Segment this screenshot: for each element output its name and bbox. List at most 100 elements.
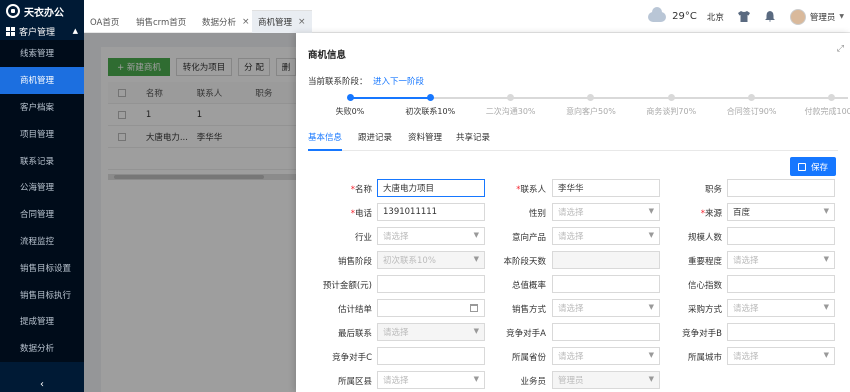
tab-item[interactable]: OA首页 [84, 10, 125, 33]
field-label-text: 意向产品 [511, 233, 546, 243]
field-label: *联系人 [516, 183, 546, 195]
field-label: 所属城市 [688, 351, 722, 363]
field-value: 请选择 [558, 208, 584, 218]
sidebar-group-customer[interactable]: 客户管理 ▲ [0, 22, 84, 40]
field-select[interactable]: 请选择 ▼ [552, 347, 660, 365]
field-select[interactable]: 管理员 ▼ [552, 371, 660, 389]
sidebar-item[interactable]: 商机管理 [0, 66, 84, 94]
field-label-text: 本阶段天数 [503, 257, 546, 267]
modal-overlay[interactable] [84, 33, 296, 392]
field-text[interactable] [552, 275, 660, 293]
field-select[interactable]: 请选择 ▼ [552, 299, 660, 317]
drawer-tabs: 基本信息 跟进记录 资料管理 共享记录 [308, 129, 838, 151]
field-select[interactable]: 请选择 ▼ [727, 347, 835, 365]
field-text[interactable] [377, 275, 485, 293]
field-label-text: 竞争对手A [506, 329, 546, 339]
sidebar-item[interactable]: 提成管理 [0, 308, 84, 335]
field-select[interactable]: 请选择 ▼ [377, 323, 485, 341]
field-select[interactable]: 请选择 ▼ [552, 203, 660, 221]
tab-item[interactable]: 数据分析 × [196, 10, 256, 33]
field-label: 性别 [529, 207, 546, 219]
field-text[interactable] [727, 275, 835, 293]
field-text[interactable] [727, 179, 835, 197]
sidebar-item[interactable]: 销售目标设置 [0, 254, 84, 281]
logo-icon [6, 4, 20, 18]
field-value: 请选择 [383, 328, 409, 338]
tab-item[interactable]: 销售crm首页 [130, 10, 192, 33]
caret-down-icon[interactable]: ▼ [839, 13, 844, 20]
sidebar-item[interactable]: 联系记录 [0, 147, 84, 174]
sidebar-item[interactable]: 公海管理 [0, 174, 84, 201]
field-select[interactable]: 百度 ▼ [727, 203, 835, 221]
user-name[interactable]: 管理员 [810, 11, 836, 23]
sidebar-item[interactable]: 客户档案 [0, 94, 84, 121]
chevron-down-icon: ▼ [823, 207, 829, 215]
chevron-down-icon: ▼ [648, 303, 654, 311]
field-label: 竞争对手C [332, 351, 372, 363]
field-value: 初次联系10% [383, 256, 436, 266]
tab-1[interactable]: 跟进记录 [358, 131, 392, 151]
field-text[interactable]: 大唐电力项目 [377, 179, 485, 197]
close-icon[interactable]: × [242, 17, 250, 27]
tab-3[interactable]: 共享记录 [456, 131, 490, 151]
field-select[interactable]: 请选择 ▼ [727, 299, 835, 317]
top-bar: OA首页 销售crm首页 数据分析 × 商机管理 × 29°C 北京 管理员 ▼ [84, 0, 850, 33]
tab-2[interactable]: 资料管理 [408, 131, 442, 151]
field-text[interactable] [377, 347, 485, 365]
field-label: 预计金额(元) [323, 279, 372, 291]
field-label: 销售阶段 [338, 255, 372, 267]
grid-icon [6, 26, 15, 36]
sidebar-item[interactable]: 销售目标执行 [0, 281, 84, 308]
calendar-icon [470, 304, 478, 312]
step-dot [667, 94, 675, 101]
step-label: 合同签订90% [726, 107, 777, 116]
next-stage-link[interactable]: 进入下一阶段 [373, 75, 424, 87]
field-label: 本阶段天数 [503, 255, 546, 267]
avatar[interactable] [789, 8, 806, 25]
field-text[interactable] [727, 323, 835, 341]
field-select[interactable]: 请选择 ▼ [377, 371, 485, 389]
tab-item[interactable]: 商机管理 × [252, 10, 312, 33]
field-select[interactable]: 请选择 ▼ [377, 227, 485, 245]
sidebar-item[interactable]: 数据分析 [0, 335, 84, 362]
field-text[interactable]: 1391011111 [377, 203, 485, 221]
sidebar-item[interactable]: 项目管理 [0, 120, 84, 147]
step-label: 二次沟通30% [485, 107, 536, 116]
step-dot [346, 94, 354, 101]
field-select[interactable]: 请选择 ▼ [727, 251, 835, 269]
field-text[interactable] [727, 227, 835, 245]
bell-icon[interactable] [764, 11, 776, 23]
field-label: 所属省份 [512, 351, 546, 363]
sidebar-collapse-button[interactable]: ‹ [0, 376, 84, 392]
field-label-text: 总值概率 [511, 281, 546, 291]
step-dot [587, 94, 595, 101]
field-text[interactable]: 李华华 [552, 179, 660, 197]
field-select[interactable]: 请选择 ▼ [552, 227, 660, 245]
chevron-down-icon: ▼ [823, 303, 829, 311]
step-label: 付款完成100% [804, 107, 850, 116]
tab-0[interactable]: 基本信息 [308, 131, 343, 151]
chevron-down-icon: ▼ [473, 255, 479, 263]
field-value: 请选择 [558, 304, 584, 314]
field-label-text: 规模人数 [687, 233, 722, 243]
chevron-down-icon: ▼ [473, 327, 479, 335]
expand-icon[interactable]: ⤢ [837, 44, 844, 54]
shirt-icon[interactable] [737, 11, 750, 23]
sidebar-item[interactable]: 合同管理 [0, 201, 84, 228]
field-label-text: 职务 [704, 185, 722, 195]
sidebar-item[interactable]: 线索管理 [0, 40, 84, 67]
field-select[interactable]: 初次联系10% ▼ [377, 251, 485, 269]
field-date[interactable] [377, 299, 485, 317]
save-button[interactable]: 保存 [790, 157, 836, 176]
close-icon[interactable]: × [298, 17, 306, 27]
field-value: 李华华 [558, 184, 584, 194]
steps-progress [350, 97, 431, 99]
field-label: 意向产品 [512, 231, 546, 243]
field-text[interactable] [552, 323, 660, 341]
field-text[interactable] [552, 251, 660, 269]
stage-label: 当前联系阶段： [308, 77, 368, 87]
field-label: 销售方式 [512, 303, 546, 315]
sidebar-item[interactable]: 流程监控 [0, 228, 84, 255]
field-label-text: 竞争对手C [332, 353, 372, 363]
step-dot [748, 94, 756, 101]
